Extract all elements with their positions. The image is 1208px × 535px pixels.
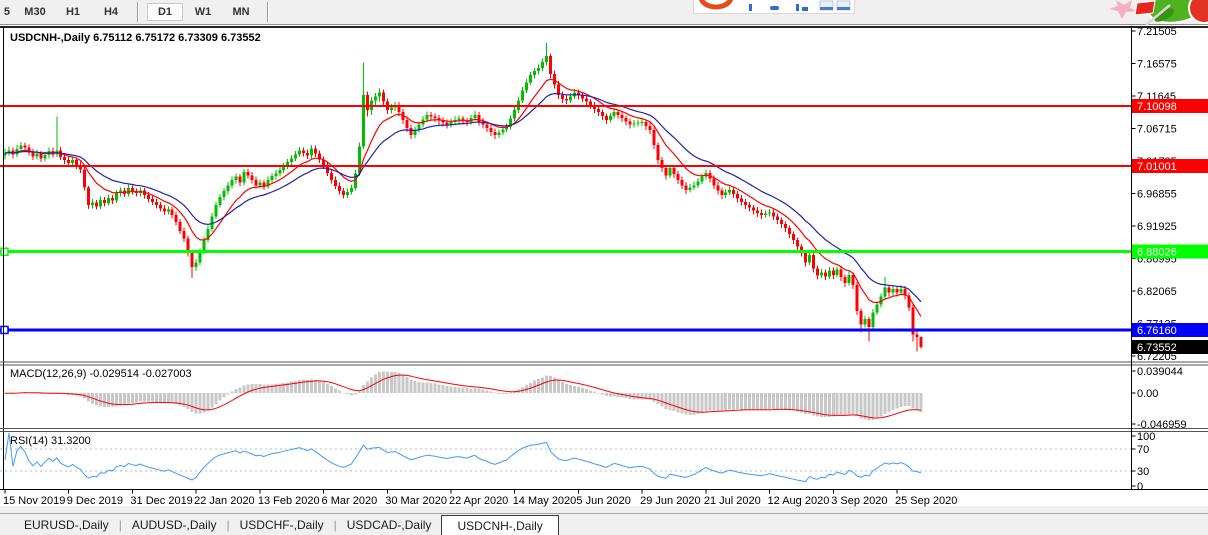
slow-ma-line [5, 94, 921, 302]
timeframe-toolbar: 5M30H1H4 D1W1MN [0, 0, 1208, 25]
tab-usdcad[interactable]: USDCAD-,Daily [337, 514, 442, 535]
level-handle-6.76160[interactable] [1, 326, 8, 333]
symbol-tab-bar: EURUSD-,Daily|AUDUSD-,Daily|USDCHF-,Dail… [0, 513, 1208, 535]
fast-ma-line [5, 79, 921, 316]
timeframe-button-d1[interactable]: D1 [147, 3, 183, 21]
tab-eurusd[interactable]: EURUSD-,Daily [14, 514, 119, 535]
macd-scale-label: 0.039044 [1137, 366, 1183, 378]
share-icons-strip[interactable] [693, 0, 855, 14]
date-tick-label: 30 Mar 2020 [385, 495, 447, 507]
rsi-label: RSI(14) 31.3200 [10, 435, 91, 447]
pink-star-shape [1109, 0, 1138, 19]
level-handle-6.88026[interactable] [1, 248, 8, 255]
price-tag-text: 6.88026 [1137, 247, 1177, 259]
date-tick-label: 5 Jun 2020 [576, 495, 630, 507]
timeframe-buttons: 5M30H1H4 D1W1MN [0, 0, 276, 24]
rsi-scale-label: 0 [1137, 481, 1143, 493]
price-tick-label: 6.96855 [1137, 189, 1177, 201]
tab-usdchf[interactable]: USDCHF-,Daily [230, 514, 334, 535]
macd-label: MACD(12,26,9) -0.029514 -0.027003 [10, 368, 192, 380]
date-tick-label: 22 Jan 2020 [194, 495, 255, 507]
date-tick-label: 12 Aug 2020 [768, 495, 830, 507]
mascot-watermark [1108, 0, 1208, 28]
price-tag-text: 6.73552 [1137, 342, 1177, 354]
timeframe-button-h1[interactable]: H1 [55, 3, 91, 21]
date-tick-label: 29 Jun 2020 [640, 495, 701, 507]
tab-usdcnh[interactable]: USDCNH-,Daily [441, 515, 558, 535]
date-tick-label: 25 Sep 2020 [895, 495, 957, 507]
date-tick-label: 6 Mar 2020 [322, 495, 378, 507]
price-tick-label: 7.21505 [1137, 26, 1177, 38]
macd-scale-label: 0.00 [1137, 388, 1158, 400]
price-tick-label: 6.91925 [1137, 221, 1177, 233]
candlestick-series [4, 43, 923, 351]
tab-audusd[interactable]: AUDUSD-,Daily [122, 514, 227, 535]
wechat-icon-part[interactable] [802, 7, 808, 11]
rsi-scale-label: 30 [1137, 466, 1149, 478]
mt4-chart-window: 5M30H1H4 D1W1MN [0, 0, 1208, 535]
date-tick-label: 13 Feb 2020 [258, 495, 320, 507]
macd-scale-label: -0.046959 [1137, 419, 1187, 431]
price-tag-text: 7.01001 [1137, 161, 1177, 173]
date-tick-label: 3 Sep 2020 [831, 495, 887, 507]
price-axis[interactable]: 7.215057.165757.116457.067157.017856.968… [1132, 26, 1208, 493]
qzone-icon[interactable] [770, 6, 779, 10]
timeframe-button-h4[interactable]: H4 [93, 3, 129, 21]
weibo-icon[interactable] [701, 0, 731, 7]
date-axis[interactable]: 15 Nov 20199 Dec 2019 31 Dec 201922 Jan 2… [3, 490, 957, 508]
date-tick-label: 15 Nov 2019 [3, 495, 65, 507]
red-circle-badge [1189, 0, 1208, 23]
red-flag [1135, 1, 1155, 15]
rsi-line [5, 433, 921, 482]
price-tick-label: 7.06715 [1137, 124, 1177, 136]
green-bird-red-flag-mascot [1108, 0, 1208, 28]
rsi-scale-label: 100 [1137, 431, 1155, 443]
rsi-scale-label: 70 [1137, 444, 1149, 456]
chart-title: USDCNH-,Daily 6.75112 6.75172 6.73309 6.… [10, 32, 261, 44]
chart-canvas[interactable]: 7.215057.165757.116457.067157.017856.968… [0, 25, 1208, 513]
toolbar-groove [137, 2, 139, 22]
wechat-icon[interactable] [796, 4, 799, 11]
date-tick-label: 14 May 2020 [513, 495, 577, 507]
price-tick-label: 6.82065 [1137, 286, 1177, 298]
price-tag-text: 7.10098 [1137, 101, 1177, 113]
timeframe-button-5[interactable]: 5 [0, 3, 15, 21]
timeframe-button-w1[interactable]: W1 [185, 3, 221, 21]
share-icons-graphic [694, 0, 854, 13]
timeframe-button-mn[interactable]: MN [223, 3, 259, 21]
timeframe-button-m30[interactable]: M30 [17, 3, 53, 21]
price-tick-label: 7.16575 [1137, 59, 1177, 71]
collect-icon-base [837, 7, 850, 10]
pane-frame [0, 27, 1208, 513]
date-tick-label: 22 Apr 2020 [449, 495, 508, 507]
moving-averages [5, 79, 921, 316]
more-share-icon-base [820, 7, 833, 10]
toolbar-groove [267, 2, 269, 22]
date-tick-label: 9 Dec 2019 [67, 495, 123, 507]
macd-signal-line [5, 375, 921, 418]
qq-icon[interactable] [749, 4, 752, 11]
date-tick-label: 21 Jul 2020 [704, 495, 761, 507]
date-tick-label: 31 Dec 2019 [130, 495, 192, 507]
price-tag-text: 6.76160 [1137, 325, 1177, 337]
